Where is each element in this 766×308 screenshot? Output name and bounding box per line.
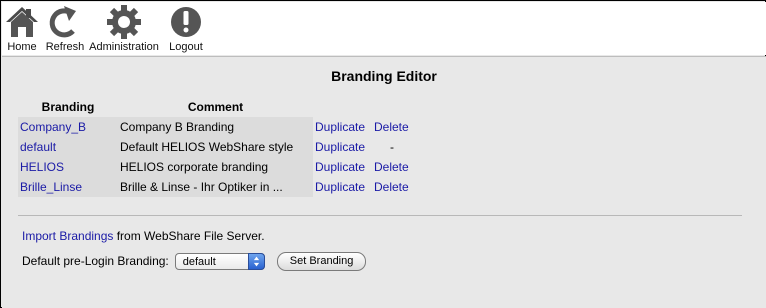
delete-link[interactable]: Delete <box>374 160 409 174</box>
import-suffix-text: from WebShare File Server. <box>113 229 265 243</box>
duplicate-column-header <box>313 97 372 117</box>
refresh-button[interactable]: Refresh <box>44 2 86 55</box>
branding-column-header: Branding <box>41 100 95 114</box>
set-branding-button[interactable]: Set Branding <box>276 251 367 271</box>
branding-name-cell: Brille_Linse <box>18 177 118 197</box>
table-row: default Default HELIOS WebShare style Du… <box>18 137 412 157</box>
gear-icon <box>107 5 141 39</box>
duplicate-cell: Duplicate <box>313 177 372 197</box>
home-icon <box>6 7 38 37</box>
import-line: Import Brandings from WebShare File Serv… <box>22 229 265 243</box>
default-branding-select[interactable]: default <box>174 252 265 270</box>
branding-name-link[interactable]: HELIOS <box>20 160 64 174</box>
table-row: Company_B Company B Branding Duplicate D… <box>18 117 412 137</box>
toolbar: Home Refresh Administration Logout <box>2 2 766 55</box>
logout-label: Logout <box>169 41 203 53</box>
delete-cell: Delete <box>372 117 412 137</box>
page-title: Branding Editor <box>331 68 437 84</box>
import-brandings-link[interactable]: Import Brandings <box>22 229 113 243</box>
branding-comment: Default HELIOS WebShare style <box>118 137 313 157</box>
administration-label: Administration <box>89 41 159 53</box>
table-row: Brille_Linse Brille & Linse - Ihr Optike… <box>18 177 412 197</box>
branding-comment: Company B Branding <box>118 117 313 137</box>
delete-cell: Delete <box>372 157 412 177</box>
duplicate-link[interactable]: Duplicate <box>315 160 365 174</box>
logout-button[interactable]: Logout <box>167 2 205 55</box>
branding-name-link[interactable]: Brille_Linse <box>20 180 82 194</box>
select-arrows-icon <box>247 252 265 270</box>
home-button[interactable]: Home <box>5 2 39 55</box>
comment-column-header: Comment <box>187 100 244 114</box>
delete-cell: Delete <box>372 177 412 197</box>
logout-icon <box>171 7 201 37</box>
delete-column-header <box>372 97 412 117</box>
duplicate-link[interactable]: Duplicate <box>315 180 365 194</box>
branding-comment: Brille & Linse - Ihr Optiker in ... <box>118 177 313 197</box>
table-header-row: Branding Comment <box>18 97 412 117</box>
branding-comment: HELIOS corporate branding <box>118 157 313 177</box>
branding-name-link[interactable]: Company_B <box>20 120 86 134</box>
refresh-label: Refresh <box>45 41 85 53</box>
duplicate-link[interactable]: Duplicate <box>315 120 365 134</box>
branding-editor-panel: Branding Editor Branding Comment Company… <box>2 56 766 308</box>
delete-unavailable: - <box>372 137 412 157</box>
delete-link[interactable]: Delete <box>374 180 409 194</box>
home-label: Home <box>7 41 37 53</box>
section-divider <box>18 215 742 216</box>
branding-name-cell: Company_B <box>18 117 118 137</box>
table-row: HELIOS HELIOS corporate branding Duplica… <box>18 157 412 177</box>
window-frame: Home Refresh Administration Logout Brand… <box>0 0 766 308</box>
delete-link[interactable]: Delete <box>374 120 409 134</box>
refresh-icon <box>49 6 76 38</box>
duplicate-cell: Duplicate <box>313 117 372 137</box>
default-branding-selected: default <box>182 255 216 268</box>
administration-button[interactable]: Administration <box>89 2 159 55</box>
branding-name-link[interactable]: default <box>20 140 56 154</box>
duplicate-cell: Duplicate <box>313 157 372 177</box>
brandings-table: Branding Comment Company_B Company B Bra… <box>18 97 412 197</box>
duplicate-link[interactable]: Duplicate <box>315 140 365 154</box>
duplicate-cell: Duplicate <box>313 137 372 157</box>
branding-name-cell: HELIOS <box>18 157 118 177</box>
default-branding-label: Default pre-Login Branding: <box>22 254 169 268</box>
branding-name-cell: default <box>18 137 118 157</box>
default-branding-row: Default pre-Login Branding: default Set … <box>22 251 367 271</box>
